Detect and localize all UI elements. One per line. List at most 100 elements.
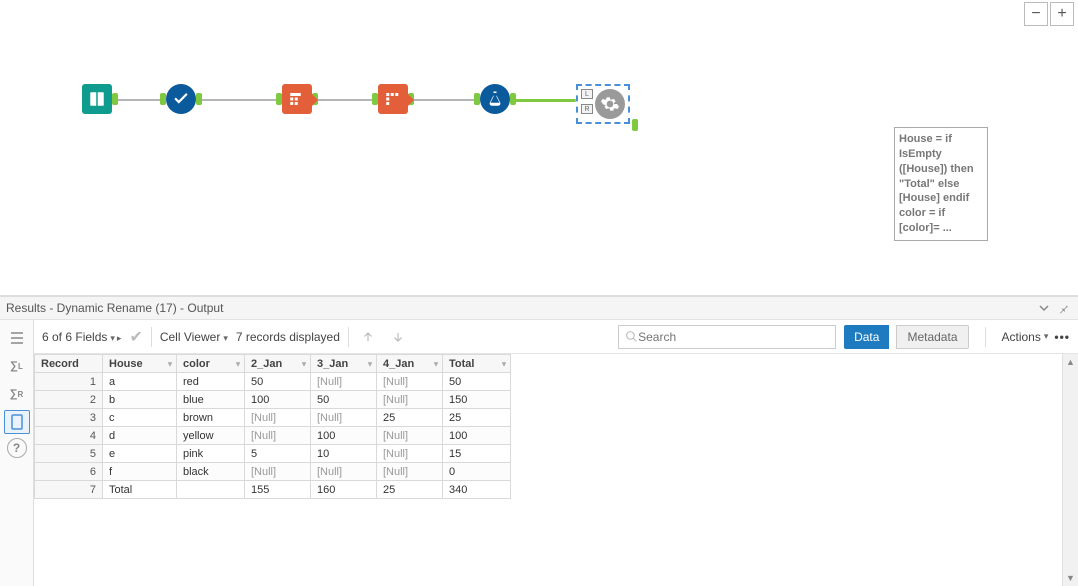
tool-input-data[interactable] — [82, 84, 112, 114]
cell[interactable]: 2 — [35, 391, 103, 409]
cell[interactable]: 5 — [245, 445, 311, 463]
cell[interactable]: 25 — [443, 409, 511, 427]
cell[interactable]: 7 — [35, 481, 103, 499]
vertical-scrollbar[interactable]: ▲ ▼ — [1062, 354, 1078, 586]
cell[interactable]: [Null] — [377, 391, 443, 409]
cell[interactable]: [Null] — [311, 463, 377, 481]
table-row[interactable]: 7Total 15516025340 — [35, 481, 511, 499]
cell[interactable]: [Null] — [245, 463, 311, 481]
tab-sum-r[interactable]: ∑R — [4, 382, 30, 406]
tab-messages[interactable] — [4, 326, 30, 350]
cell[interactable]: [Null] — [377, 445, 443, 463]
cell[interactable]: 5 — [35, 445, 103, 463]
cell[interactable]: Total — [103, 481, 177, 499]
cell[interactable]: [Null] — [245, 409, 311, 427]
cell[interactable]: [Null] — [311, 409, 377, 427]
tool-formula[interactable]: House = if IsEmpty ([House]) then "Total… — [480, 84, 510, 114]
prev-button[interactable] — [357, 326, 379, 348]
cell[interactable]: a — [103, 373, 177, 391]
cell[interactable]: 3 — [35, 409, 103, 427]
anchor-in[interactable] — [474, 93, 480, 105]
tool-crosstab[interactable] — [378, 84, 408, 114]
anchor-out[interactable] — [112, 93, 118, 105]
anchor-l[interactable]: L — [581, 89, 593, 99]
search-input[interactable] — [638, 330, 829, 344]
anchor-in[interactable] — [160, 93, 166, 105]
table-row[interactable]: 5epink510[Null]15 — [35, 445, 511, 463]
cell[interactable]: 10 — [311, 445, 377, 463]
cell[interactable]: 150 — [443, 391, 511, 409]
cell[interactable]: 50 — [245, 373, 311, 391]
data-tab-button[interactable]: Data — [844, 325, 889, 349]
tab-help[interactable]: ? — [7, 438, 27, 458]
cell[interactable]: 155 — [245, 481, 311, 499]
cell[interactable]: 0 — [443, 463, 511, 481]
pin-icon[interactable] — [1056, 300, 1072, 316]
table-row[interactable]: 4dyellow[Null]100[Null]100 — [35, 427, 511, 445]
anchor-out[interactable] — [510, 93, 516, 105]
col-house[interactable]: House▾ — [103, 355, 177, 373]
more-icon[interactable]: ••• — [1054, 330, 1070, 344]
actions-dropdown[interactable]: Actions▾••• — [1002, 330, 1071, 344]
cell[interactable]: 340 — [443, 481, 511, 499]
cell[interactable]: red — [177, 373, 245, 391]
table-row[interactable]: 3cbrown[Null][Null]2525 — [35, 409, 511, 427]
col-3_jan[interactable]: 3_Jan▾ — [311, 355, 377, 373]
tab-sum-l[interactable]: ∑L — [4, 354, 30, 378]
cell[interactable]: pink — [177, 445, 245, 463]
table-row[interactable]: 1ared50[Null][Null]50 — [35, 373, 511, 391]
anchor-out[interactable] — [196, 93, 202, 105]
cell[interactable]: [Null] — [245, 427, 311, 445]
cell[interactable]: 160 — [311, 481, 377, 499]
cell[interactable]: 15 — [443, 445, 511, 463]
cell[interactable]: yellow — [177, 427, 245, 445]
tool-dynamic-rename-selected[interactable]: L R — [576, 84, 630, 124]
col-color[interactable]: color▾ — [177, 355, 245, 373]
cell[interactable]: e — [103, 445, 177, 463]
cell[interactable]: 100 — [311, 427, 377, 445]
cell[interactable]: 25 — [377, 481, 443, 499]
table-row[interactable]: 2bblue10050[Null]150 — [35, 391, 511, 409]
anchor-out[interactable] — [632, 119, 638, 131]
cell[interactable]: 1 — [35, 373, 103, 391]
scroll-up-icon[interactable]: ▲ — [1063, 354, 1078, 370]
tool-transpose[interactable] — [282, 84, 312, 114]
cell[interactable]: f — [103, 463, 177, 481]
cell[interactable]: [Null] — [377, 373, 443, 391]
col-4_jan[interactable]: 4_Jan▾ — [377, 355, 443, 373]
cell[interactable]: 50 — [311, 391, 377, 409]
cell[interactable]: b — [103, 391, 177, 409]
anchor-r[interactable]: R — [581, 104, 593, 114]
col-record[interactable]: Record — [35, 355, 103, 373]
col-total[interactable]: Total▾ — [443, 355, 511, 373]
cell[interactable]: [Null] — [377, 427, 443, 445]
cell[interactable]: 25 — [377, 409, 443, 427]
search-box[interactable] — [618, 325, 836, 349]
cell[interactable]: 6 — [35, 463, 103, 481]
cell[interactable]: 4 — [35, 427, 103, 445]
cell[interactable]: 50 — [443, 373, 511, 391]
collapse-icon[interactable] — [1036, 300, 1052, 316]
cell[interactable]: [Null] — [311, 373, 377, 391]
next-button[interactable] — [387, 326, 409, 348]
col-2_jan[interactable]: 2_Jan▾ — [245, 355, 311, 373]
cellviewer-dropdown[interactable]: Cell Viewer▾ — [160, 330, 228, 344]
cell[interactable]: 100 — [245, 391, 311, 409]
zoom-in-button[interactable]: + — [1050, 2, 1074, 26]
scroll-down-icon[interactable]: ▼ — [1063, 570, 1078, 586]
cell[interactable]: 100 — [443, 427, 511, 445]
zoom-out-button[interactable]: − — [1024, 2, 1048, 26]
tab-page[interactable] — [4, 410, 30, 434]
cell[interactable]: black — [177, 463, 245, 481]
table-row[interactable]: 6fblack[Null][Null][Null]0 — [35, 463, 511, 481]
tool-select[interactable] — [166, 84, 196, 114]
cell[interactable]: blue — [177, 391, 245, 409]
workflow-canvas[interactable]: − + — [0, 0, 1078, 296]
metadata-tab-button[interactable]: Metadata — [896, 325, 968, 349]
cell[interactable]: d — [103, 427, 177, 445]
fields-dropdown[interactable]: 6 of 6 Fields▾▸ — [42, 330, 121, 344]
cell[interactable]: c — [103, 409, 177, 427]
cell[interactable]: brown — [177, 409, 245, 427]
cell[interactable] — [177, 481, 245, 499]
cell[interactable]: [Null] — [377, 463, 443, 481]
